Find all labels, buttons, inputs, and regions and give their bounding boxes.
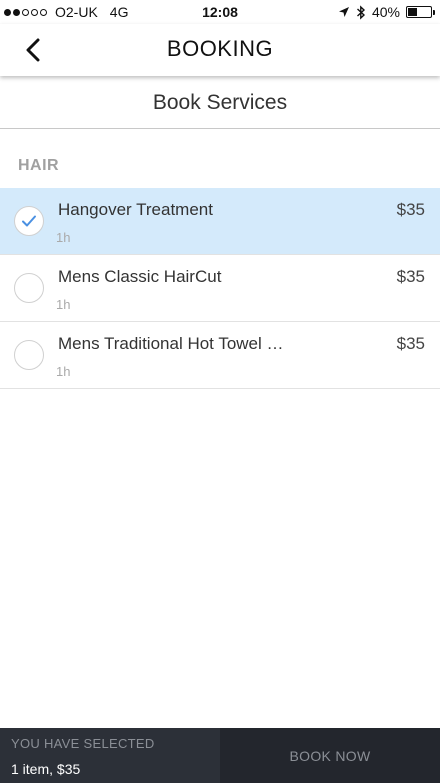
service-duration: 1h — [56, 230, 71, 245]
checkmark-icon — [22, 215, 36, 227]
bluetooth-icon — [356, 4, 365, 20]
service-name: Hangover Treatment — [58, 200, 213, 219]
service-price: $35 — [396, 200, 425, 219]
location-arrow-icon — [338, 7, 349, 17]
category-label: HAIR — [18, 157, 60, 174]
check-circle[interactable] — [14, 273, 44, 303]
service-name: Mens Traditional Hot Towel … — [58, 334, 284, 353]
service-row[interactable]: Mens Traditional Hot Towel … 1h $35 — [0, 322, 440, 389]
page-subtitle: Book Services — [152, 91, 288, 114]
check-circle[interactable] — [14, 206, 44, 236]
summary-value: 1 item, $35 — [11, 761, 81, 777]
service-duration: 1h — [56, 364, 71, 379]
status-right: 40% — [338, 4, 435, 20]
battery-percent: 40% — [371, 4, 400, 20]
page-subheader: Book Services — [0, 76, 440, 129]
check-circle[interactable] — [14, 340, 44, 370]
summary-label: YOU HAVE SELECTED — [11, 736, 155, 751]
battery-fill — [408, 8, 417, 16]
page-title: BOOKING — [166, 36, 274, 61]
navigation-bar: BOOKING — [0, 24, 440, 76]
book-now-button[interactable]: BOOK NOW — [220, 728, 440, 783]
bottom-bar: YOU HAVE SELECTED 1 item, $35 BOOK NOW — [0, 728, 440, 783]
service-list: Hangover Treatment 1h $35 Mens Classic H… — [0, 188, 440, 389]
service-price: $35 — [396, 267, 425, 286]
status-bar: O2-UK 4G 12:08 40% — [0, 0, 440, 24]
service-duration: 1h — [56, 297, 71, 312]
service-row[interactable]: Hangover Treatment 1h $35 — [0, 188, 440, 255]
battery-icon — [406, 6, 435, 18]
service-name: Mens Classic HairCut — [58, 267, 222, 286]
selection-summary: YOU HAVE SELECTED 1 item, $35 — [0, 728, 220, 783]
service-row[interactable]: Mens Classic HairCut 1h $35 — [0, 255, 440, 322]
service-price: $35 — [396, 334, 425, 353]
